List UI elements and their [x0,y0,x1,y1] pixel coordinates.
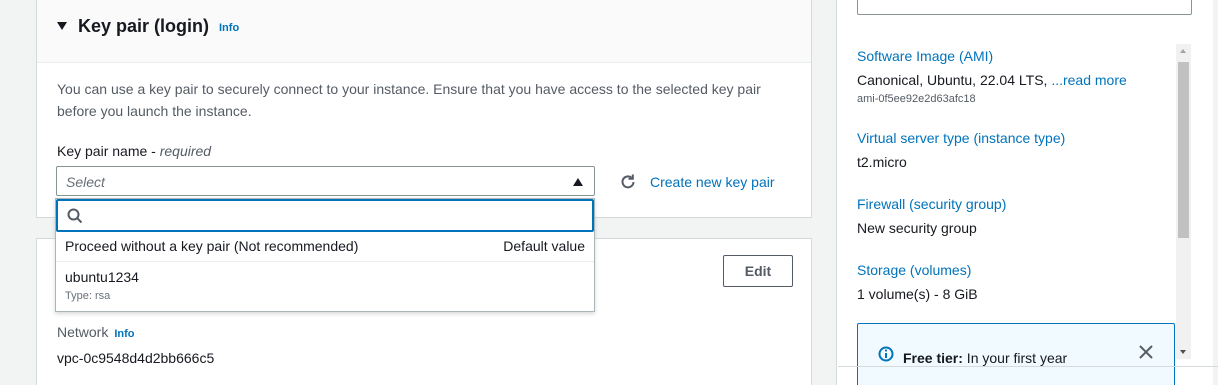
scroll-down-icon[interactable] [1180,350,1186,354]
edit-button[interactable]: Edit [723,255,793,287]
firewall-value: New security group [857,220,977,236]
option-no-key-pair[interactable]: Proceed without a key pair (Not recommen… [56,233,594,262]
network-label: Network Info [57,324,135,340]
summary-panel: Software Image (AMI) Canonical, Ubuntu, … [836,0,1213,385]
option-tag: Default value [503,238,585,254]
key-pair-name-label: Key pair name - required [57,143,211,159]
storage-value: 1 volume(s) - 8 GiB [857,286,978,302]
close-icon[interactable] [1138,344,1154,360]
caret-down-icon[interactable] [57,22,67,30]
key-pair-header[interactable]: Key pair (login) Info [37,0,811,63]
network-info-link[interactable]: Info [114,328,134,340]
scroll-up-icon[interactable] [1180,49,1186,53]
option-label: Proceed without a key pair (Not recommen… [65,238,359,254]
network-label-text: Network [57,324,109,340]
key-pair-info-link[interactable]: Info [219,22,239,34]
ami-id: ami-0f5ee92e2d63afc18 [857,93,976,105]
key-pair-search-input[interactable] [56,199,594,232]
create-key-pair-link[interactable]: Create new key pair [650,174,775,190]
scroll-thumb[interactable] [1178,62,1189,238]
select-placeholder: Select [66,174,105,190]
free-tier-alert: Free tier: In your first year [857,323,1175,385]
caret-up-icon [573,178,583,186]
option-ubuntu1234[interactable]: ubuntu1234 Type: rsa [56,262,594,312]
storage-link[interactable]: Storage (volumes) [857,262,971,278]
key-pair-panel: Key pair (login) Info You can use a key … [36,0,812,218]
summary-scrollbar[interactable] [1176,44,1191,359]
key-pair-dropdown: Proceed without a key pair (Not recommen… [55,198,595,312]
field-label-text: Key pair name - [57,143,160,159]
free-tier-text: Free tier: In your first year [903,350,1067,366]
section-title: Key pair (login) [78,16,210,36]
instance-count-input[interactable] [857,0,1192,15]
free-tier-bold: Free tier: [903,350,963,366]
firewall-link[interactable]: Firewall (security group) [857,196,1006,212]
search-icon [67,208,83,224]
ami-link[interactable]: Software Image (AMI) [857,48,993,64]
panel-divider [838,366,1218,367]
required-label: required [159,143,212,159]
ami-value: Canonical, Ubuntu, 22.04 LTS, ...read mo… [857,72,1127,88]
read-more-link[interactable]: ...read more [1051,72,1126,88]
instance-type-link[interactable]: Virtual server type (instance type) [857,130,1065,146]
refresh-icon[interactable] [619,173,637,191]
vpc-value: vpc-0c9548d4d2bb666c5 [57,350,215,366]
key-pair-description: You can use a key pair to securely conne… [57,81,761,119]
instance-type-value: t2.micro [857,154,907,170]
info-circle-icon [878,346,894,362]
option-label: ubuntu1234 [65,269,139,285]
free-tier-rest: In your first year [962,350,1068,366]
option-sublabel: Type: rsa [65,290,111,302]
key-pair-select[interactable]: Select [56,166,595,196]
ami-value-text: Canonical, Ubuntu, 22.04 LTS, [857,72,1052,88]
